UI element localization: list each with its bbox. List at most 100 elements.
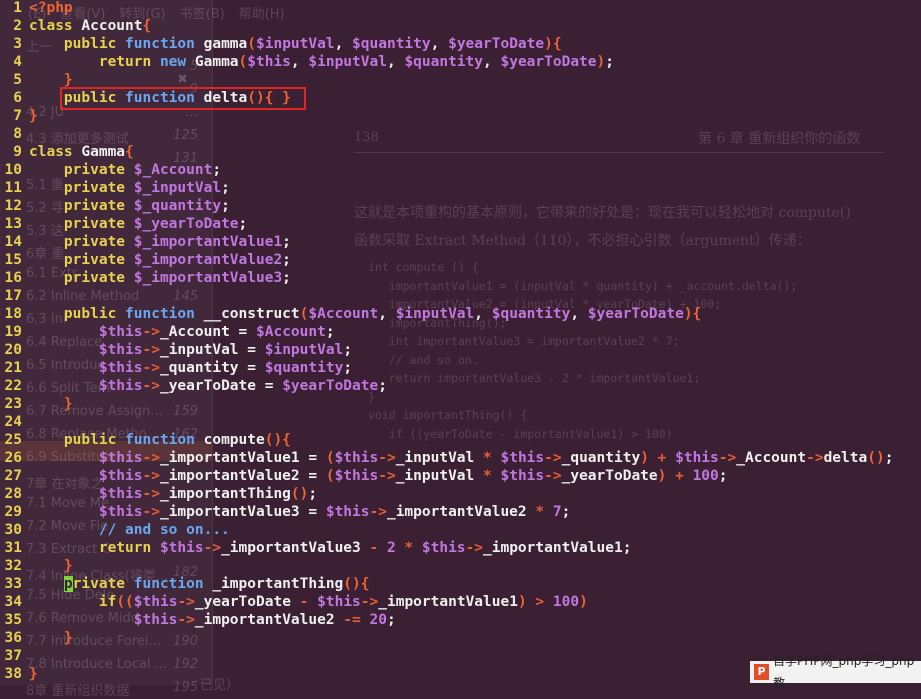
code-token: $this — [98, 486, 143, 502]
line-number: 36 — [4, 630, 22, 646]
code-line[interactable]: public function compute(){ — [29, 432, 291, 448]
code-token: () — [867, 450, 885, 466]
code-token: -> — [142, 324, 160, 340]
code-token: ) — [596, 54, 606, 70]
code-line[interactable]: // and so on... — [29, 522, 230, 538]
code-line[interactable]: $this->_importantValue3 = $this->_import… — [29, 504, 570, 520]
code-token: , — [430, 36, 449, 52]
code-token: $this — [133, 612, 178, 628]
code-line[interactable]: } — [29, 72, 73, 88]
code-token: $this — [491, 450, 545, 466]
code-token: delta — [823, 450, 868, 466]
code-line[interactable]: private $_yearToDate; — [29, 216, 247, 232]
code-line[interactable]: $this->_importantValue2 = ($this->_input… — [29, 468, 728, 484]
code-token: compute — [203, 432, 265, 448]
code-token: rivate — [72, 576, 134, 592]
code-line[interactable]: $this->_yearToDate = $yearToDate; — [29, 378, 387, 394]
code-line[interactable]: private $_importantValue3; — [29, 270, 291, 286]
code-token: private — [63, 234, 134, 250]
code-token: ; — [884, 450, 894, 466]
code-token: _importantThing — [212, 576, 344, 592]
code-token: $this — [308, 594, 361, 610]
line-number: 22 — [4, 378, 22, 394]
line-number: 18 — [4, 306, 22, 322]
code-line[interactable]: private function _importantThing(){ — [29, 576, 370, 592]
code-token: _Account — [736, 450, 807, 466]
code-token: $Account — [308, 306, 379, 322]
code-token: function — [133, 576, 213, 592]
code-token: -> — [544, 450, 562, 466]
code-line[interactable]: $this->_importantValue1 = ($this->_input… — [29, 450, 894, 466]
code-token: _importantValue1; — [483, 540, 632, 556]
code-line[interactable]: return new Gamma($this, $inputVal, $quan… — [29, 54, 614, 70]
code-token: $yearToDate — [500, 54, 597, 70]
code-line[interactable]: } — [29, 108, 38, 124]
code-token: private — [63, 270, 134, 286]
code-token: _yearToDate — [194, 594, 300, 610]
code-line[interactable]: } — [29, 396, 73, 412]
code-token: $this — [421, 540, 466, 556]
code-line[interactable]: private $_inputVal; — [29, 180, 230, 196]
code-token: private — [63, 162, 134, 178]
code-line[interactable]: $this->_importantValue2 -= 20; — [29, 612, 396, 628]
code-line[interactable]: class Account{ — [29, 18, 151, 34]
code-token: -> — [142, 504, 160, 520]
code-token: _importantValue3 — [221, 540, 370, 556]
code-token: -> — [360, 594, 379, 610]
code-line[interactable]: private $_quantity; — [29, 198, 230, 214]
code-line[interactable]: class Gamma{ — [29, 144, 134, 160]
code-line[interactable]: } — [29, 630, 73, 646]
code-line[interactable]: $this->_importantThing(); — [29, 486, 317, 502]
code-token: _importantValue3 = — [159, 504, 326, 520]
code-token: $inputVal — [256, 36, 335, 52]
code-token: + — [666, 468, 693, 484]
code-line[interactable]: private $_Account; — [29, 162, 221, 178]
code-token: $this — [334, 468, 379, 484]
code-line[interactable]: public function gamma($inputVal, $quanti… — [29, 36, 562, 52]
code-token: ; — [282, 270, 291, 286]
code-line[interactable]: } — [29, 666, 38, 682]
code-token: * — [483, 450, 492, 466]
code-token: _quantity — [561, 450, 641, 466]
watermark-text: 自学PHP网_php学习_php教 — [773, 654, 915, 690]
code-line[interactable]: if(($this->_yearToDate - $this->_importa… — [29, 594, 588, 610]
code-token: _Account = — [159, 324, 256, 340]
code-token: 100 — [692, 468, 719, 484]
code-line[interactable]: } — [29, 558, 73, 574]
code-token: _quantity = — [159, 360, 265, 376]
code-token: -> — [177, 594, 195, 610]
code-token: -> — [378, 450, 396, 466]
code-line[interactable]: $this->_quantity = $quantity; — [29, 360, 352, 376]
code-token: public — [63, 432, 126, 448]
code-line[interactable]: public function __construct($Account, $i… — [29, 306, 701, 322]
code-token: ; — [282, 252, 291, 268]
code-token: $this — [491, 468, 545, 484]
code-line[interactable]: $this->_Account = $Account; — [29, 324, 335, 340]
code-line[interactable]: private $_importantValue2; — [29, 252, 291, 268]
code-token: $_inputVal — [133, 180, 222, 196]
code-line[interactable]: private $_importantValue1; — [29, 234, 291, 250]
code-token: Gamma — [81, 144, 126, 160]
code-token: (( — [116, 594, 134, 610]
code-token: -> — [203, 540, 222, 556]
code-line[interactable]: $this->_inputVal = $inputVal; — [29, 342, 352, 358]
code-line[interactable]: <?php — [29, 0, 73, 16]
code-token: -= — [343, 612, 361, 628]
code-token: -> — [806, 450, 824, 466]
code-line[interactable]: return $this->_importantValue3 - 2 * $th… — [29, 540, 632, 556]
code-token: -> — [142, 468, 160, 484]
code-token: -> — [378, 468, 396, 484]
line-number: 32 — [4, 558, 22, 574]
line-number: 29 — [4, 504, 22, 520]
code-token: _yearToDate — [561, 468, 658, 484]
code-token: _inputVal = — [159, 342, 265, 358]
line-number: 3 — [13, 36, 22, 52]
code-token: } — [63, 630, 73, 646]
